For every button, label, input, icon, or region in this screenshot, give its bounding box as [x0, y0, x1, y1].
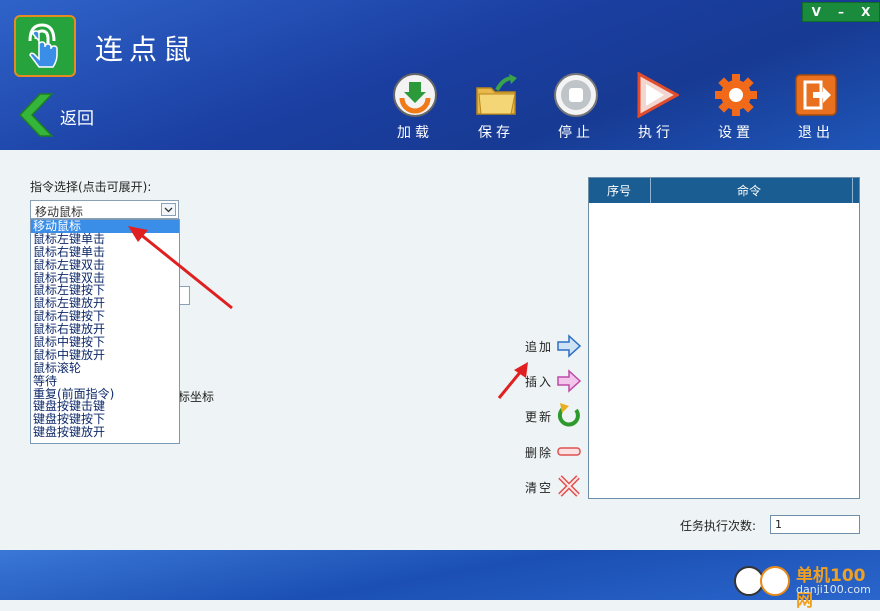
stop-icon — [554, 73, 598, 117]
refresh-icon[interactable] — [556, 402, 582, 428]
gear-icon — [715, 74, 757, 116]
hand-click-icon — [28, 23, 58, 68]
watermark-logo-icon — [760, 566, 790, 596]
toolbar-label: 停止 — [558, 125, 594, 141]
toolbar-label: 保存 — [478, 125, 514, 141]
column-header-index[interactable]: 序号 — [607, 182, 631, 199]
command-select-value: 移动鼠标 — [35, 205, 84, 219]
toolbar-label: 执行 — [638, 125, 674, 141]
arrow-right-pink-icon[interactable] — [556, 368, 582, 394]
minimize-button[interactable]: – — [838, 5, 844, 19]
command-select-label: 指令选择(点击可展开): — [30, 180, 152, 194]
app-title: 连点鼠 — [95, 33, 198, 66]
chevron-down-icon[interactable] — [161, 203, 176, 216]
coordinate-label: 标坐标 — [178, 390, 215, 404]
column-divider — [650, 178, 651, 203]
command-list[interactable]: 序号 命令 — [588, 177, 860, 499]
arrow-right-blue-icon[interactable] — [556, 333, 582, 359]
save-button[interactable]: 保存 — [466, 72, 526, 142]
settings-button[interactable]: 设置 — [706, 72, 766, 142]
watermark-url: danji100.com — [796, 583, 871, 596]
folder-save-icon — [476, 74, 517, 115]
update-button[interactable]: 更新 — [525, 408, 553, 425]
window-controls: V – X — [802, 2, 880, 22]
command-select[interactable]: 移动鼠标 — [30, 200, 179, 219]
insert-button[interactable]: 插入 — [525, 373, 553, 390]
clear-button[interactable]: 清空 — [525, 479, 553, 496]
toolbar-label: 加载 — [397, 125, 433, 141]
dropdown-option[interactable]: 鼠标滚轮 — [31, 361, 179, 375]
stop-button[interactable]: 停止 — [546, 72, 606, 142]
load-button[interactable]: 加载 — [385, 72, 445, 142]
dropdown-option[interactable]: 等待 — [31, 374, 179, 388]
list-header: 序号 命令 — [589, 178, 859, 203]
load-icon — [393, 73, 437, 117]
run-button[interactable]: 执行 — [626, 72, 686, 142]
exit-button[interactable]: 退出 — [786, 72, 846, 142]
delete-button[interactable]: 删除 — [525, 444, 553, 461]
play-icon — [637, 72, 679, 118]
toolbar-label: 设置 — [718, 125, 754, 141]
task-count-label: 任务执行次数: — [680, 519, 757, 533]
app-logo — [14, 15, 76, 77]
chevron-left-icon[interactable] — [18, 92, 54, 138]
column-header-command[interactable]: 命令 — [737, 182, 761, 199]
add-button[interactable]: 追加 — [525, 338, 553, 355]
window-menu-button[interactable]: V — [812, 5, 821, 19]
clear-x-icon[interactable] — [556, 473, 582, 499]
dropdown-option[interactable]: 键盘按键放开 — [31, 426, 179, 439]
dropdown-option[interactable]: 鼠标中键按下 — [31, 336, 179, 349]
task-count-input[interactable]: 1 — [770, 515, 860, 534]
close-button[interactable]: X — [861, 5, 870, 19]
back-button[interactable]: 返回 — [60, 104, 94, 129]
minus-icon[interactable] — [556, 439, 582, 465]
exit-icon — [795, 74, 837, 116]
dropdown-option[interactable]: 鼠标中键放开 — [31, 348, 179, 362]
annotation-arrow-icon — [128, 226, 233, 310]
column-divider — [852, 178, 853, 203]
toolbar-label: 退出 — [798, 125, 834, 141]
